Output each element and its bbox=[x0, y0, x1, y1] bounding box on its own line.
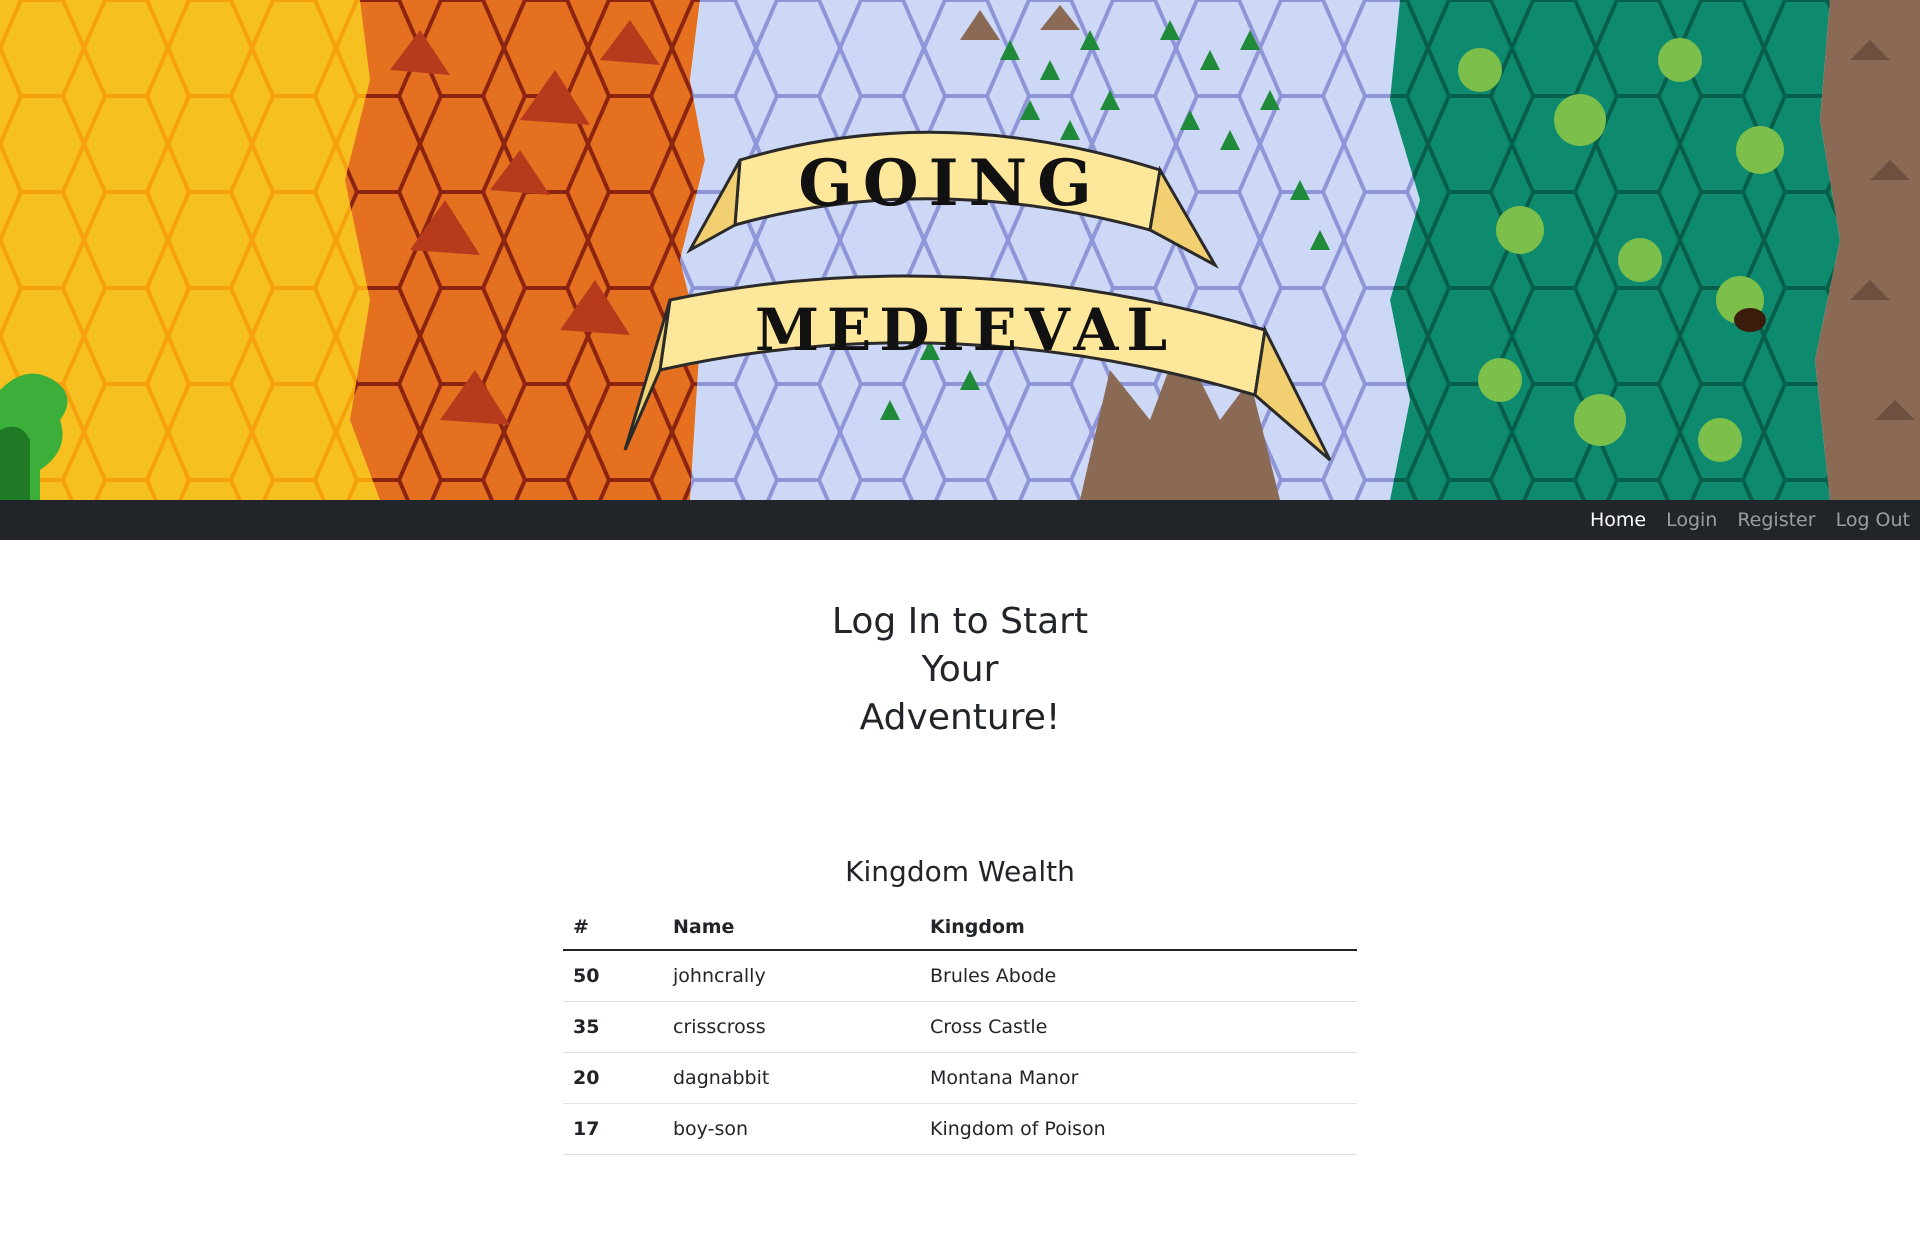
nav-home-link[interactable]: Home bbox=[1590, 500, 1646, 540]
banner-artwork: GOING MEDIEVAL bbox=[0, 0, 1920, 500]
logo-text-line1: GOING bbox=[798, 146, 1102, 221]
hero-heading-line3: Adventure! bbox=[859, 697, 1061, 738]
wealth-table-title: Kingdom Wealth bbox=[845, 855, 1075, 888]
row-kingdom: Montana Manor bbox=[920, 1052, 1357, 1104]
wealth-table: # Name Kingdom 50 johncrally Brules Abod… bbox=[563, 904, 1357, 1155]
nav-login-link[interactable]: Login bbox=[1666, 500, 1717, 540]
nav-register-link[interactable]: Register bbox=[1737, 500, 1815, 540]
table-header-row: # Name Kingdom bbox=[563, 904, 1357, 951]
table-row: 50 johncrally Brules Abode bbox=[563, 950, 1357, 1002]
hero-heading-line2: Your bbox=[921, 649, 999, 690]
top-navbar: Home Login Register Log Out bbox=[0, 500, 1920, 540]
row-kingdom: Cross Castle bbox=[920, 1001, 1357, 1053]
row-kingdom: Brules Abode bbox=[920, 950, 1357, 1002]
nav-logout-link[interactable]: Log Out bbox=[1836, 500, 1910, 540]
row-name: johncrally bbox=[663, 950, 920, 1002]
hero-heading-line1: Log In to Start bbox=[831, 601, 1089, 642]
row-rank: 50 bbox=[563, 950, 663, 1002]
row-name: boy-son bbox=[663, 1103, 920, 1155]
header-name: Name bbox=[663, 904, 920, 951]
header-kingdom: Kingdom bbox=[920, 904, 1357, 951]
row-name: crisscross bbox=[663, 1001, 920, 1053]
table-row: 17 boy-son Kingdom of Poison bbox=[563, 1103, 1357, 1155]
row-kingdom: Kingdom of Poison bbox=[920, 1103, 1357, 1155]
row-name: dagnabbit bbox=[663, 1052, 920, 1104]
logo-text-line2: MEDIEVAL bbox=[755, 296, 1175, 364]
row-rank: 20 bbox=[563, 1052, 663, 1104]
table-row: 20 dagnabbit Montana Manor bbox=[563, 1052, 1357, 1104]
row-rank: 17 bbox=[563, 1103, 663, 1155]
header-banner: GOING MEDIEVAL bbox=[0, 0, 1920, 500]
hero-heading: Log In to Start Your Adventure! bbox=[760, 598, 1160, 742]
header-rank: # bbox=[563, 904, 663, 951]
table-row: 35 crisscross Cross Castle bbox=[563, 1001, 1357, 1053]
row-rank: 35 bbox=[563, 1001, 663, 1053]
